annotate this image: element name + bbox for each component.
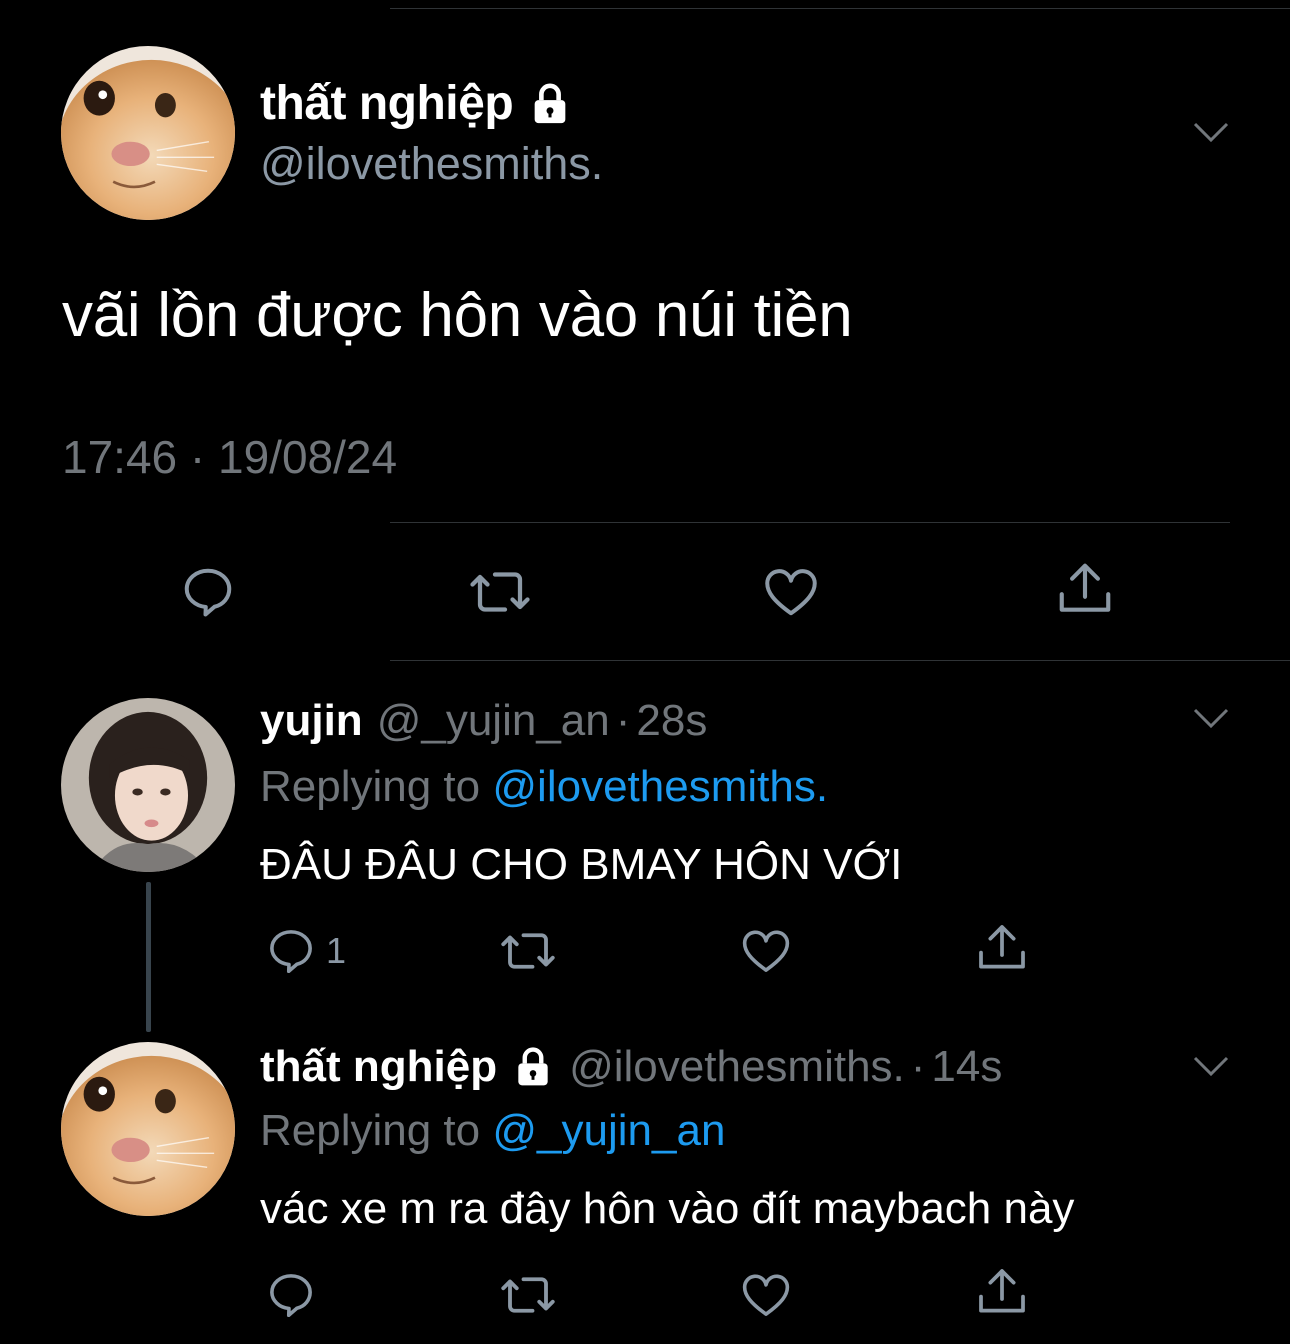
reply-count: 1 [326, 930, 347, 971]
like-button[interactable] [738, 1268, 794, 1322]
chevron-down-icon[interactable] [1192, 120, 1230, 144]
share-button[interactable] [974, 920, 1030, 976]
main-name-text: thất nghiệp [260, 77, 514, 130]
chevron-down-icon[interactable] [1192, 706, 1230, 730]
lock-icon [527, 81, 573, 127]
heart-icon [742, 930, 790, 972]
tweet-text: vãi lồn được hôn vào núi tiền [62, 281, 853, 350]
retweet-button[interactable] [498, 924, 558, 978]
reply-button[interactable]: 1 [264, 924, 346, 978]
share-icon [1059, 563, 1111, 612]
heart-icon [765, 569, 817, 616]
separator-dot: · [910, 1042, 926, 1091]
reply-age[interactable]: 14s [931, 1042, 1002, 1092]
girl-avatar[interactable] [61, 698, 235, 872]
retweet-icon [501, 933, 555, 969]
reply-button[interactable] [264, 1268, 318, 1322]
divider [390, 522, 1230, 523]
share-button[interactable] [974, 1264, 1030, 1320]
heart-icon [742, 1274, 790, 1316]
top-divider [390, 8, 1290, 9]
reply-text: ĐÂU ĐÂU CHO BMAY HÔN VỚI [260, 840, 903, 889]
reply-handle[interactable]: @ilovethesmiths. [569, 1042, 905, 1092]
divider [390, 660, 1290, 661]
reply-text: vác xe m ra đây hôn vào đít maybach này [260, 1184, 1075, 1233]
share-icon [979, 1269, 1025, 1313]
thread-connector [146, 882, 151, 1032]
reply-handle[interactable]: @_yujin_an [377, 696, 610, 746]
separator-dot: · [615, 696, 631, 745]
tweet-timestamp[interactable]: 17:46 · 19/08/24 [62, 430, 397, 484]
replying-prefix: Replying to [260, 1106, 481, 1155]
retweet-icon [470, 572, 530, 612]
main-display-name[interactable]: thất nghiệp [260, 76, 573, 131]
reply-name-text: thất nghiệp [260, 1042, 498, 1091]
like-button[interactable] [738, 924, 794, 978]
reply-display-name[interactable]: yujin [260, 696, 363, 746]
reply-icon [184, 568, 232, 617]
reply-header: thất nghiệp @ilovethesmiths. · 14s [260, 1042, 1002, 1092]
cat-avatar[interactable] [61, 46, 235, 220]
cat-avatar[interactable] [61, 1042, 235, 1216]
main-handle[interactable]: @ilovethesmiths. [260, 138, 603, 190]
retweet-button[interactable] [467, 562, 533, 622]
retweet-button[interactable] [498, 1268, 558, 1322]
replying-to: Replying to @ilovethesmiths. [260, 762, 828, 812]
chevron-down-icon[interactable] [1192, 1054, 1230, 1078]
retweet-icon [501, 1277, 555, 1313]
replying-to: Replying to @_yujin_an [260, 1106, 725, 1156]
reply-button[interactable] [178, 562, 238, 622]
share-icon [979, 925, 1025, 969]
lock-icon [511, 1045, 555, 1089]
share-button[interactable] [1054, 558, 1116, 620]
replying-prefix: Replying to [260, 762, 481, 811]
reply-age[interactable]: 28s [636, 696, 707, 746]
like-button[interactable] [760, 562, 822, 622]
reply-display-name[interactable]: thất nghiệp [260, 1042, 555, 1092]
reply-icon [270, 1274, 312, 1318]
reply-header: yujin @_yujin_an · 28s [260, 696, 707, 746]
reply-icon [270, 930, 312, 974]
replying-to-link[interactable]: @ilovethesmiths. [492, 762, 828, 811]
replying-to-link[interactable]: @_yujin_an [492, 1106, 725, 1155]
